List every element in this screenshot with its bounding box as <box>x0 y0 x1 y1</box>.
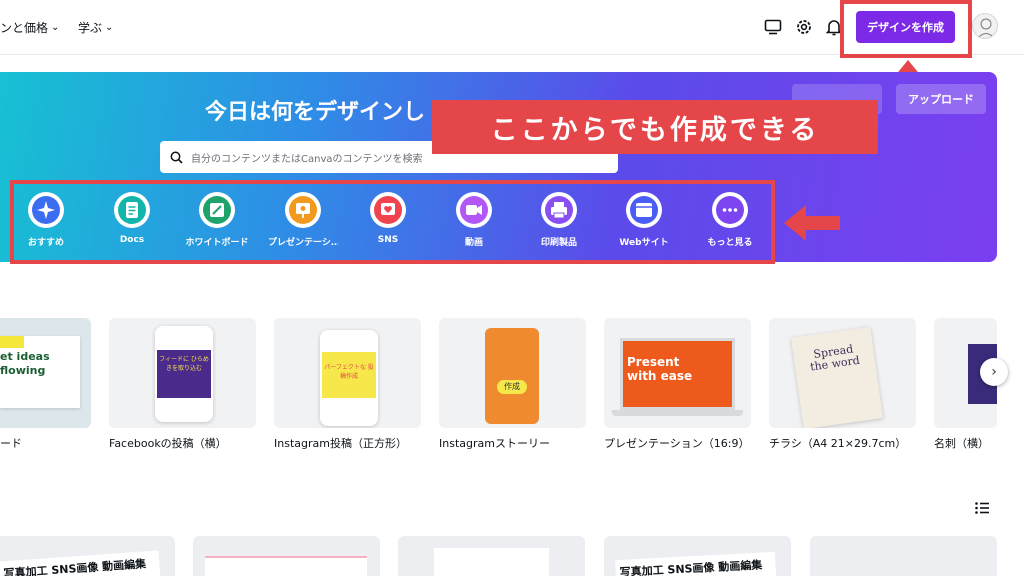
nav-pricing[interactable]: ンと価格 ⌄ <box>0 19 59 36</box>
template-label[interactable]: Instagramストーリー <box>439 435 550 451</box>
category-label: ホワイトボード <box>185 238 249 248</box>
search-icon <box>170 151 183 164</box>
create-design-button[interactable]: デザインを作成 <box>856 11 955 43</box>
whiteboard-icon <box>199 192 235 228</box>
hero-title: 今日は何をデザインし <box>205 100 426 125</box>
category-docs[interactable]: Docs <box>97 192 167 245</box>
category-label: もっと見る <box>707 238 753 248</box>
template-thumbnail: et ideas flowing <box>0 336 80 408</box>
thumb-text <box>434 548 549 576</box>
chevron-right-icon[interactable]: › <box>980 358 1008 386</box>
template-card-story[interactable]: 作成 <box>439 318 586 428</box>
gear-icon[interactable] <box>793 16 815 38</box>
thumb-text: 写真加工 SNS画像 動画編集 <box>615 551 777 576</box>
template-label[interactable]: プレゼンテーション（16:9） <box>604 435 749 451</box>
phone-mockup: パーフェクトな 投稿作成 <box>320 330 378 426</box>
template-card-presentation[interactable]: Present with ease <box>604 318 751 428</box>
thumb-text: et ideas flowing <box>0 350 50 377</box>
category-presentation[interactable]: プレゼンテーシ… <box>268 192 338 248</box>
category-label: プレゼンテーシ… <box>268 238 338 248</box>
heart-icon <box>370 192 406 228</box>
recent-design-card[interactable] <box>810 536 997 576</box>
thumb-text: Spread the word <box>809 342 861 374</box>
category-print[interactable]: 印刷製品 <box>524 192 594 248</box>
phone-mockup: フィードに ひらめきを取り込む <box>155 326 213 422</box>
template-label[interactable]: チラシ（A4 21×29.7cm） <box>769 435 906 451</box>
category-video[interactable]: 動画 <box>439 192 509 248</box>
upload-button[interactable]: アップロード <box>896 84 986 114</box>
top-nav: ンと価格 ⌄ 学ぶ ⌄ デザインを作成 <box>0 0 1024 55</box>
thumb-text: 作成 <box>497 380 527 394</box>
category-label: 印刷製品 <box>540 238 577 248</box>
chevron-down-icon: ⌄ <box>105 22 114 33</box>
category-website[interactable]: Webサイト <box>609 192 679 248</box>
website-icon <box>626 192 662 228</box>
recent-design-card[interactable]: 写真加工 SNS画像 動画編集 <box>604 536 791 576</box>
template-card-flyer[interactable]: Spread the word <box>769 318 916 428</box>
template-card-facebook[interactable]: フィードに ひらめきを取り込む <box>109 318 256 428</box>
thumb-text: 写真加工 SNS画像 動画編集 <box>0 550 162 576</box>
list-view-icon[interactable] <box>972 498 992 518</box>
template-label[interactable]: 名刺（横） <box>934 435 989 451</box>
thumb-text: フィードに ひらめきを取り込む <box>157 350 211 398</box>
laptop-screen: Present with ease <box>620 338 735 410</box>
nav-learn-label: 学ぶ <box>78 21 103 35</box>
search-input[interactable]: 自分のコンテンツまたはCanvaのコンテンツを検索 <box>191 150 423 165</box>
video-icon <box>456 192 492 228</box>
category-more[interactable]: もっと見る <box>695 192 765 248</box>
printer-icon <box>541 192 577 228</box>
docs-icon <box>114 192 150 228</box>
left-arrow-icon <box>784 205 840 241</box>
recent-design-card[interactable] <box>193 536 380 576</box>
category-label: おすすめ <box>27 238 64 248</box>
monitor-icon[interactable] <box>762 16 784 38</box>
canva-home: ンと価格 ⌄ 学ぶ ⌄ デザインを作成 今日は何をデザインし アップロード 自分… <box>0 0 1024 576</box>
category-whiteboard[interactable]: ホワイトボード <box>182 192 252 248</box>
bell-icon[interactable] <box>823 16 845 38</box>
category-label: 動画 <box>464 238 483 248</box>
thumb-decoration <box>0 336 24 348</box>
template-label[interactable]: Facebookの投稿（横） <box>109 435 227 451</box>
category-recommended[interactable]: おすすめ <box>11 192 81 248</box>
recent-design-card[interactable]: 写真加工 SNS画像 動画編集 <box>0 536 175 576</box>
thumb-text <box>205 556 367 576</box>
nav-pricing-label: ンと価格 <box>0 21 49 35</box>
thumb-text: Present with ease <box>627 355 693 383</box>
more-icon <box>712 192 748 228</box>
template-label[interactable]: ード <box>0 435 22 451</box>
thumb-text: パーフェクトな 投稿作成 <box>322 352 376 398</box>
sparkle-icon <box>28 192 64 228</box>
category-label: Docs <box>119 235 145 245</box>
template-label[interactable]: Instagram投稿（正方形） <box>274 435 407 451</box>
recent-design-card[interactable] <box>398 536 585 576</box>
presentation-icon <box>285 192 321 228</box>
nav-learn[interactable]: 学ぶ ⌄ <box>78 19 113 36</box>
flyer-thumbnail: Spread the word <box>790 326 884 428</box>
story-thumbnail: 作成 <box>485 328 539 424</box>
template-card-instagram[interactable]: パーフェクトな 投稿作成 <box>274 318 421 428</box>
avatar[interactable] <box>972 13 998 39</box>
chevron-down-icon: ⌄ <box>51 22 60 33</box>
category-label: SNS <box>377 235 399 245</box>
annotation-callout: ここからでも作成できる <box>432 100 878 154</box>
laptop-base <box>612 410 743 416</box>
category-label: Webサイト <box>619 238 669 248</box>
template-card-whiteboard[interactable]: et ideas flowing <box>0 318 91 428</box>
category-sns[interactable]: SNS <box>353 192 423 245</box>
